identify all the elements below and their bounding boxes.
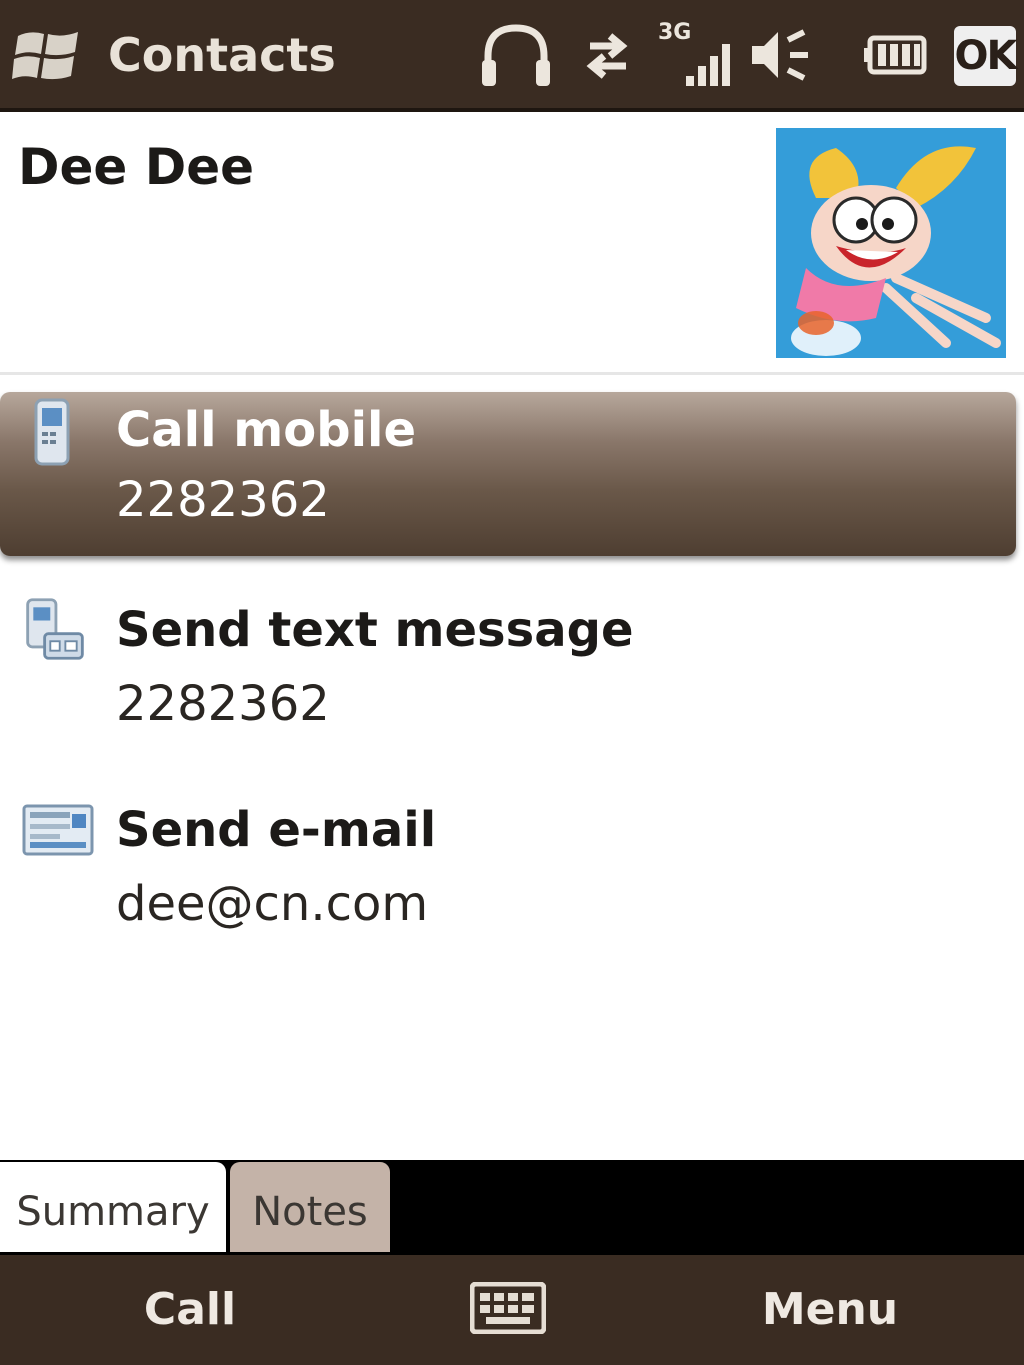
call-softkey[interactable]: Call bbox=[95, 1270, 285, 1350]
keyboard-icon[interactable] bbox=[470, 1282, 546, 1334]
contact-photo[interactable] bbox=[776, 128, 1006, 358]
tab-summary[interactable]: Summary bbox=[0, 1162, 226, 1252]
email-icon bbox=[22, 804, 94, 856]
header-divider bbox=[0, 372, 1024, 375]
action-value: dee@cn.com bbox=[116, 876, 429, 932]
data-connection-icon bbox=[586, 33, 628, 79]
action-call-mobile[interactable]: Call mobile 2282362 bbox=[0, 392, 1016, 556]
action-label: Send text message bbox=[116, 602, 634, 658]
app-title: Contacts bbox=[108, 28, 336, 82]
action-send-email[interactable]: Send e-mail dee@cn.com bbox=[0, 790, 1016, 960]
action-send-text-message[interactable]: Send text message 2282362 bbox=[0, 590, 1016, 760]
speaker-icon bbox=[752, 29, 808, 81]
tab-notes[interactable]: Notes bbox=[230, 1162, 390, 1252]
action-value: 2282362 bbox=[116, 676, 330, 732]
battery-icon bbox=[864, 35, 927, 75]
ok-button[interactable]: OK bbox=[954, 26, 1018, 86]
headphones-icon bbox=[482, 24, 550, 86]
signal-icon bbox=[686, 44, 730, 86]
action-value: 2282362 bbox=[116, 472, 330, 528]
action-label: Send e-mail bbox=[116, 802, 437, 858]
action-label: Call mobile bbox=[116, 402, 417, 458]
menu-softkey[interactable]: Menu bbox=[735, 1270, 925, 1350]
windows-start-icon[interactable] bbox=[12, 24, 82, 86]
contact-name: Dee Dee bbox=[18, 138, 255, 196]
mobile-phone-icon bbox=[34, 398, 70, 466]
text-message-icon bbox=[26, 598, 84, 660]
title-bar: Contacts 3G OK bbox=[0, 0, 1024, 112]
